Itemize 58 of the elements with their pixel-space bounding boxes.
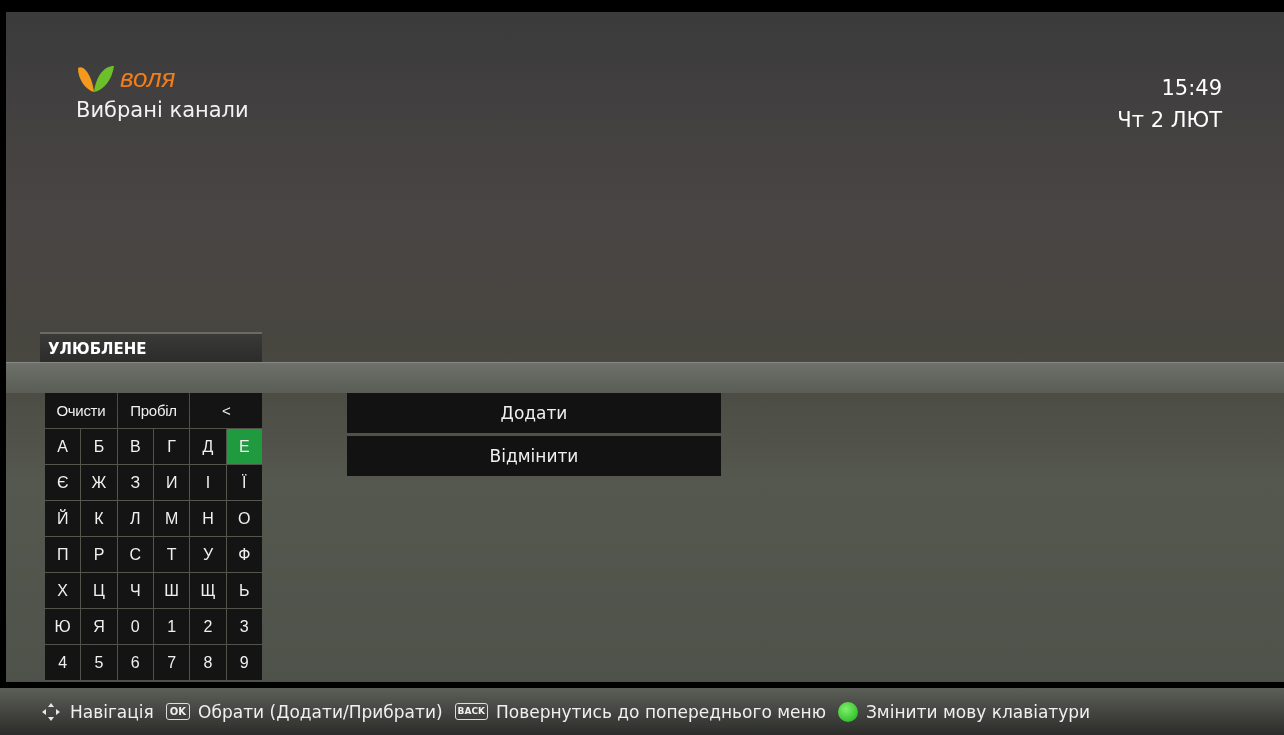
keyboard-key[interactable]: С [117, 537, 153, 572]
keyboard-key[interactable]: 7 [154, 645, 190, 680]
clock-date: Чт 2 ЛЮТ [1117, 108, 1222, 132]
hint-text: Навігація [70, 701, 154, 722]
keyboard-key[interactable]: И [154, 465, 190, 500]
keyboard-key[interactable]: І [190, 465, 226, 500]
menu-button[interactable]: Відмінити [347, 436, 721, 476]
keyboard-key[interactable]: < [190, 393, 262, 428]
keyboard-key[interactable]: Й [45, 501, 81, 536]
keyboard-key[interactable]: 3 [226, 609, 262, 644]
keyboard-key[interactable]: Н [190, 501, 226, 536]
keyboard-key[interactable]: 5 [81, 645, 117, 680]
keyboard-key[interactable]: О [226, 501, 262, 536]
keyboard-key[interactable]: Ч [117, 573, 153, 608]
keyboard-key[interactable]: 8 [190, 645, 226, 680]
keyboard-key[interactable]: Г [154, 429, 190, 464]
keyboard-key[interactable]: Х [45, 573, 81, 608]
keyboard-key[interactable]: 1 [154, 609, 190, 644]
keyboard-key[interactable]: М [154, 501, 190, 536]
keyboard-key[interactable]: Ш [154, 573, 190, 608]
keyboard-key[interactable]: Б [81, 429, 117, 464]
section-tab[interactable]: УЛЮБЛЕНЕ [40, 332, 262, 362]
color-key-icon [837, 701, 858, 722]
keyboard-key[interactable]: Я [81, 609, 117, 644]
keyboard-key[interactable]: 2 [190, 609, 226, 644]
keyboard-key[interactable]: Щ [190, 573, 226, 608]
keyboard-key[interactable]: В [117, 429, 153, 464]
keyboard-key[interactable]: Ю [45, 609, 81, 644]
logo-text: воля [120, 62, 176, 94]
keyboard-key[interactable]: З [117, 465, 153, 500]
clock-time: 15:49 [1161, 76, 1222, 100]
keyboard-key[interactable]: Ь [226, 573, 262, 608]
keyboard-key[interactable]: Є [45, 465, 81, 500]
hint-text: Обрати (Додати/Прибрати) [198, 701, 443, 722]
keyboard-key[interactable]: Ц [81, 573, 117, 608]
page-title: Вибрані канали [76, 98, 249, 122]
hint-text: Змінити мову клавіатури [865, 701, 1091, 722]
keyboard-key[interactable]: 0 [117, 609, 153, 644]
keyboard-key[interactable]: А [45, 429, 81, 464]
keyboard-key[interactable]: П [45, 537, 81, 572]
keyboard-key[interactable]: Ж [81, 465, 117, 500]
remote-key-icon: OK [165, 703, 191, 720]
keyboard-key[interactable]: Пробіл [117, 393, 190, 428]
remote-key-icon: BACK [454, 703, 488, 720]
keyboard-key[interactable]: Ф [226, 537, 262, 572]
keyboard-key[interactable]: 6 [117, 645, 153, 680]
keyboard-key[interactable]: Ї [226, 465, 262, 500]
keyboard-key[interactable]: Д [190, 429, 226, 464]
keyboard-key[interactable]: Л [117, 501, 153, 536]
keyboard-key[interactable]: К [81, 501, 117, 536]
keyboard-key[interactable]: 4 [45, 645, 81, 680]
keyboard-key[interactable]: Р [81, 537, 117, 572]
keyboard-key[interactable]: Т [154, 537, 190, 572]
menu-button[interactable]: Додати [347, 393, 721, 433]
keyboard-key[interactable]: Очисти [45, 393, 117, 428]
hint-text: Повернутись до попереднього меню [496, 701, 826, 722]
keyboard-key[interactable]: У [190, 537, 226, 572]
keyboard-key[interactable]: 9 [226, 645, 262, 680]
